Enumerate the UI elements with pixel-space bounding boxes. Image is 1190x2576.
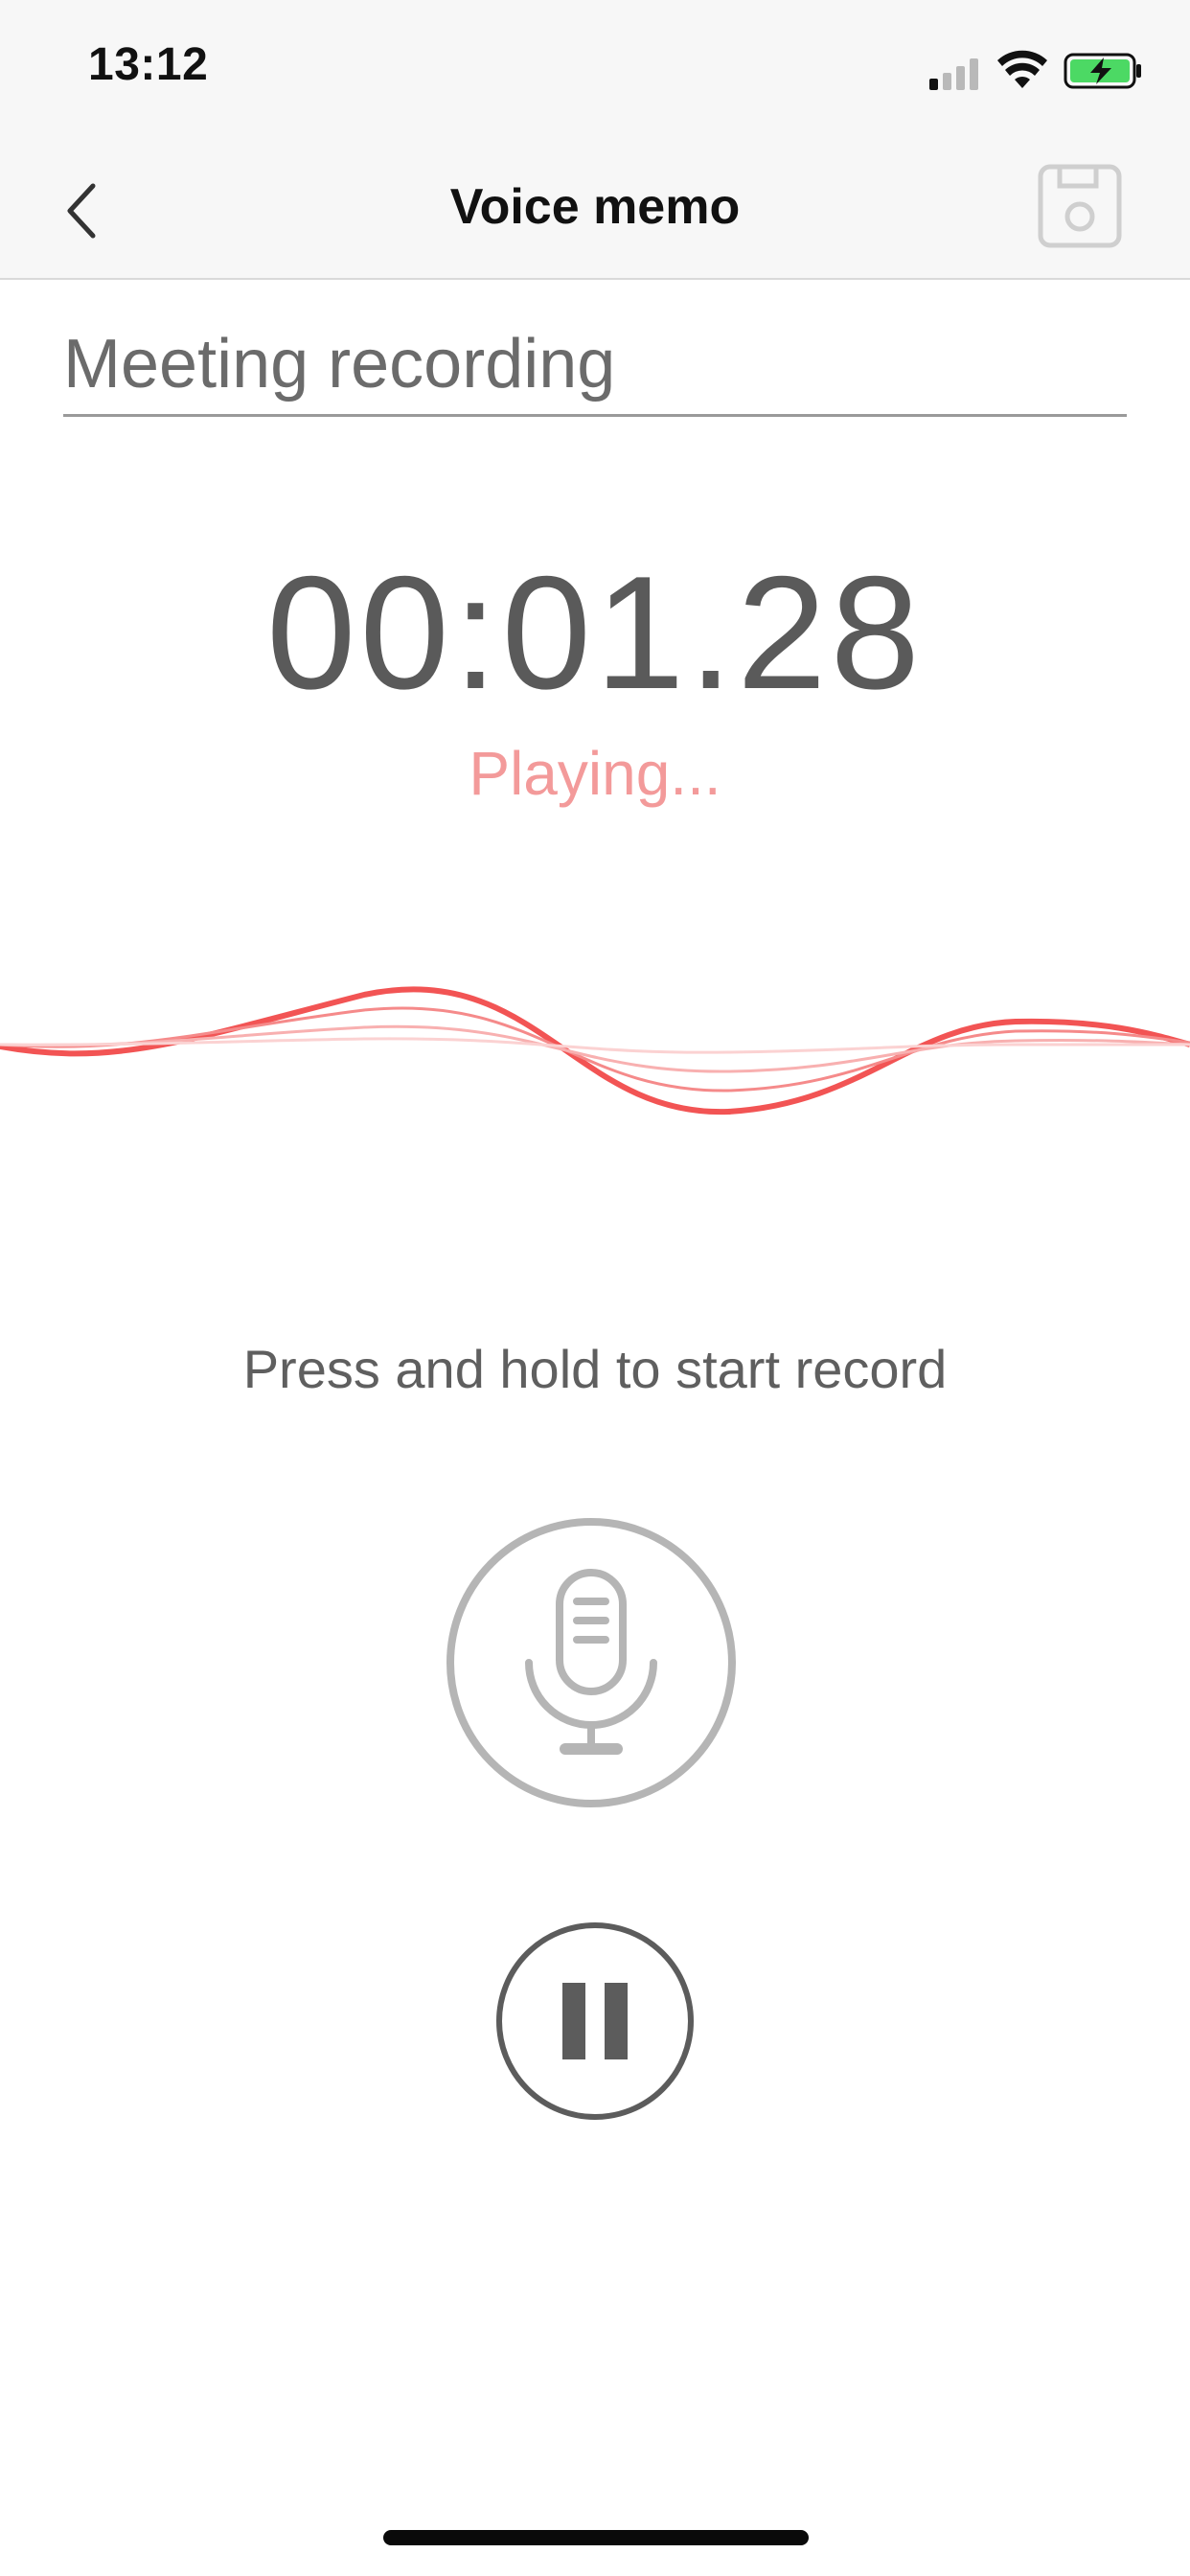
audio-waveform [0, 986, 1190, 1116]
record-hint: Press and hold to start record [242, 1339, 948, 1399]
record-button[interactable] [446, 1518, 736, 1807]
voice-memo-screen: 13:12 Voice memo Meeting recording 00:01… [0, 0, 1190, 2576]
page-title: Voice memo [449, 179, 741, 235]
wifi-icon [997, 50, 1047, 88]
pause-button[interactable] [496, 1922, 694, 2120]
save-button[interactable] [1037, 163, 1123, 249]
top-bar: 13:12 Voice memo [0, 0, 1190, 280]
battery-charging-icon [1064, 53, 1141, 89]
cellular-signal-icon [929, 58, 978, 90]
status-icons [927, 48, 1148, 96]
home-indicator[interactable] [383, 2530, 809, 2545]
playback-status: Playing... [469, 739, 721, 808]
pause-icon [562, 1983, 628, 2059]
elapsed-timer: 00:01.28 [266, 542, 924, 723]
floppy-disk-icon [1038, 164, 1122, 248]
status-time: 13:12 [88, 39, 209, 90]
memo-title-input[interactable] [63, 314, 1127, 417]
microphone-icon [525, 1569, 657, 1755]
